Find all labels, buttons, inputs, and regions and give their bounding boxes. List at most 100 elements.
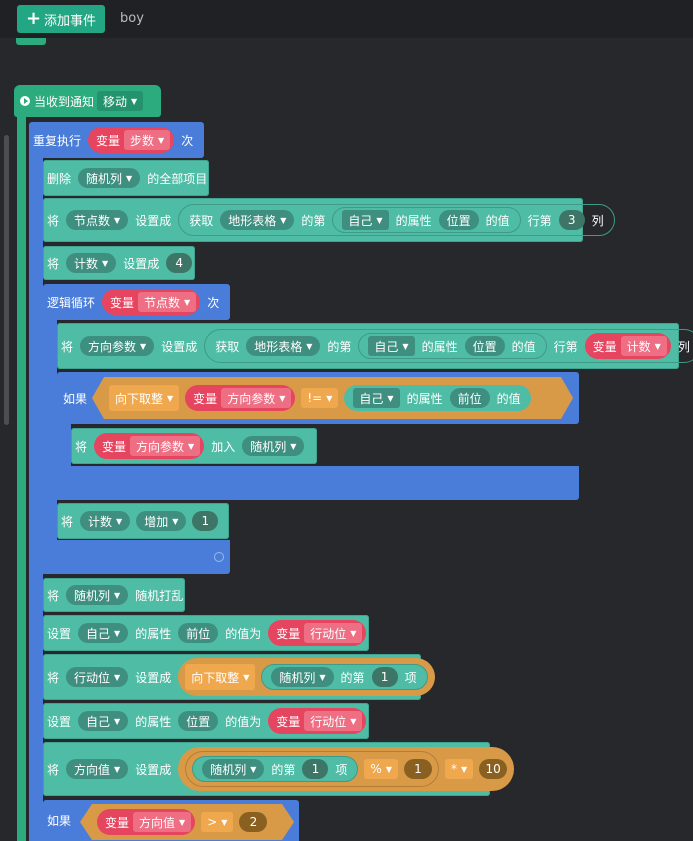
modulo-value[interactable]: 1 [403, 759, 432, 779]
multiply-reporter[interactable]: 随机列 ▼ 的第 1 项 % ▼ 1 * ▼ 10 [178, 747, 515, 791]
change-op-dropdown[interactable]: 增加 ▼ [136, 511, 187, 531]
variable-reporter[interactable]: 变量 行动位 ▼ [268, 620, 367, 646]
table-dropdown[interactable]: 地形表格 ▼ [246, 336, 321, 356]
set-node-count-block[interactable]: 将 节点数 ▼ 设置成 获取 地形表格 ▼ 的第 自己 ▼ 的属性 位置 的值 行第 … [43, 198, 615, 242]
logic-loop-spine [43, 301, 57, 574]
floor-dropdown[interactable]: 向下取整 ▼ [185, 664, 256, 690]
dropdown-arrow-icon: ▼ [188, 441, 195, 451]
count-value[interactable]: 4 [166, 253, 193, 273]
add-event-button[interactable]: + 添加事件 [17, 5, 105, 33]
set-direction-param-block[interactable]: 将 方向参数 ▼ 设置成 获取 地形表格 ▼ 的第 自己 ▼ 的属性 位置 的值 行第… [57, 323, 693, 369]
variable-dropdown[interactable]: 方向值 ▼ [133, 812, 191, 832]
variable-dropdown[interactable]: 节点数 ▼ [138, 292, 197, 312]
attribute-reporter[interactable]: 自己 ▼ 的属性 位置 的值 [332, 207, 521, 233]
table-dropdown[interactable]: 地形表格 ▼ [220, 210, 295, 230]
variable-dropdown[interactable]: 方向参数 ▼ [221, 388, 291, 408]
attr-field[interactable]: 前位 [450, 388, 490, 408]
set-label: 将 [47, 670, 60, 685]
multiply-value[interactable]: 10 [479, 759, 508, 779]
set-count-block[interactable]: 将 计数 ▼ 设置成 4 [43, 246, 195, 280]
variable-dropdown[interactable]: 行动位 ▼ [66, 667, 129, 687]
variable-reporter[interactable]: 变量 方向参数 ▼ [94, 433, 205, 459]
list-dropdown[interactable]: 随机列 ▼ [78, 168, 141, 188]
item-index[interactable]: 1 [302, 759, 329, 779]
get-table-reporter[interactable]: 获取 地形表格 ▼ 的第 自己 ▼ 的属性 位置 的值 行第 变量 计数 ▼ 列 [204, 329, 693, 363]
variable-reporter[interactable]: 变量 方向参数 ▼ [185, 385, 295, 411]
variable-reporter[interactable]: 变量 步数 ▼ [88, 127, 175, 153]
floor-dropdown[interactable]: 向下取整 ▼ [109, 385, 179, 411]
repeat-block[interactable]: 重复执行 变量 步数 ▼ 次 [29, 122, 204, 158]
set-action-position-block[interactable]: 将 行动位 ▼ 设置成 向下取整 ▼ 随机列 ▼ 的第 1 项 [43, 654, 435, 700]
floor-reporter[interactable]: 向下取整 ▼ 随机列 ▼ 的第 1 项 [178, 658, 435, 696]
variable-dropdown[interactable]: 方向参数 ▼ [130, 436, 201, 456]
variable-dropdown[interactable]: 步数 ▼ [124, 130, 171, 150]
set-front-attribute-block[interactable]: 设置 自己 ▼ 的属性 前位 的值为 变量 行动位 ▼ [43, 615, 369, 651]
variable-reporter[interactable]: 变量 行动位 ▼ [268, 708, 367, 734]
variable-reporter[interactable]: 变量 节点数 ▼ [102, 289, 201, 315]
self-dropdown[interactable]: 自己 ▼ [342, 210, 389, 230]
modulo-dropdown[interactable]: % ▼ [364, 759, 398, 779]
list-dropdown[interactable]: 随机列 ▼ [271, 667, 334, 687]
attr-field[interactable]: 位置 [438, 210, 479, 230]
variable-dropdown[interactable]: 方向值 ▼ [66, 759, 129, 779]
repeat-spine [29, 140, 43, 841]
event-when-notified[interactable]: 当收到通知 移动 ▼ [14, 85, 161, 117]
sprite-name-tab[interactable]: boy [120, 11, 144, 26]
not-equal-condition[interactable]: 向下取整 ▼ 变量 方向参数 ▼ != ▼ 自己 ▼ 的属性 前位 的值 [92, 377, 573, 419]
variable-name: 计数 [626, 339, 651, 354]
list-item-reporter[interactable]: 随机列 ▼ 的第 1 项 [192, 756, 359, 782]
self-dropdown[interactable]: 自己 ▼ [78, 623, 129, 643]
attr-field[interactable]: 位置 [464, 336, 505, 356]
dropdown-arrow-icon: ▼ [326, 393, 333, 403]
get-table-reporter[interactable]: 获取 地形表格 ▼ 的第 自己 ▼ 的属性 位置 的值 行第 3 列 [178, 204, 615, 236]
set-label: 设置 [47, 626, 72, 641]
column-number[interactable]: 3 [558, 210, 585, 230]
variable-dropdown[interactable]: 行动位 ▼ [304, 623, 363, 643]
variable-reporter[interactable]: 变量 方向值 ▼ [97, 809, 195, 835]
value-of-label: 的值 [496, 391, 521, 406]
modulo-reporter[interactable]: 随机列 ▼ 的第 1 项 % ▼ 1 [185, 751, 439, 787]
previous-block-stub[interactable] [16, 38, 46, 45]
add-to-list-block[interactable]: 将 变量 方向参数 ▼ 加入 随机列 ▼ [71, 428, 317, 464]
if-end[interactable] [57, 466, 579, 500]
variable-dropdown[interactable]: 计数 ▼ [80, 511, 131, 531]
variable-dropdown[interactable]: 计数 ▼ [620, 336, 667, 356]
set-position-attribute-block[interactable]: 设置 自己 ▼ 的属性 位置 的值为 变量 行动位 ▼ [43, 703, 369, 739]
list-dropdown[interactable]: 随机列 ▼ [66, 585, 129, 605]
delete-all-block[interactable]: 删除 随机列 ▼ 的全部项目 [43, 160, 209, 196]
delete-label: 删除 [47, 171, 72, 186]
increase-count-block[interactable]: 将 计数 ▼ 增加 ▼ 1 [57, 503, 229, 539]
operator-dropdown[interactable]: > ▼ [201, 812, 233, 832]
of-item-label: 的第 [301, 213, 326, 228]
compare-value[interactable]: 2 [239, 812, 267, 832]
variable-dropdown[interactable]: 行动位 ▼ [304, 711, 363, 731]
message-dropdown[interactable]: 移动 ▼ [97, 91, 144, 111]
list-dropdown[interactable]: 随机列 ▼ [242, 436, 305, 456]
self-dropdown[interactable]: 自己 ▼ [78, 711, 129, 731]
variable-dropdown[interactable]: 计数 ▼ [66, 253, 117, 273]
attribute-reporter[interactable]: 自己 ▼ 的属性 前位 的值 [344, 385, 530, 411]
greater-than-condition[interactable]: 变量 方向值 ▼ > ▼ 2 [80, 804, 294, 840]
vertical-scrollbar[interactable] [4, 135, 9, 425]
list-item-reporter[interactable]: 随机列 ▼ 的第 1 项 [261, 664, 428, 690]
variable-reporter[interactable]: 变量 计数 ▼ [584, 333, 671, 359]
attribute-reporter[interactable]: 自己 ▼ 的属性 位置 的值 [358, 333, 547, 359]
logic-loop-end[interactable] [43, 540, 230, 574]
increase-value[interactable]: 1 [192, 511, 219, 531]
dropdown-arrow-icon: ▼ [114, 764, 121, 774]
self-dropdown[interactable]: 自己 ▼ [353, 388, 399, 408]
shuffle-list-block[interactable]: 将 随机列 ▼ 随机打乱 [43, 578, 185, 612]
multiply-dropdown[interactable]: * ▼ [444, 759, 474, 779]
attr-field[interactable]: 位置 [178, 711, 219, 731]
value-of-label: 的值为 [225, 626, 262, 641]
item-index[interactable]: 1 [371, 667, 398, 687]
list-dropdown[interactable]: 随机列 ▼ [202, 759, 265, 779]
set-direction-value-block[interactable]: 将 方向值 ▼ 设置成 随机列 ▼ 的第 1 项 % ▼ 1 * ▼ 10 [43, 742, 515, 796]
variable-dropdown[interactable]: 方向参数 ▼ [80, 336, 155, 356]
variable-dropdown[interactable]: 节点数 ▼ [66, 210, 129, 230]
attr-field[interactable]: 前位 [178, 623, 219, 643]
logic-loop-block[interactable]: 逻辑循环 变量 节点数 ▼ 次 [43, 284, 230, 320]
self-dropdown[interactable]: 自己 ▼ [368, 336, 415, 356]
set-to-label: 设置成 [135, 762, 172, 777]
operator-dropdown[interactable]: != ▼ [301, 388, 338, 408]
